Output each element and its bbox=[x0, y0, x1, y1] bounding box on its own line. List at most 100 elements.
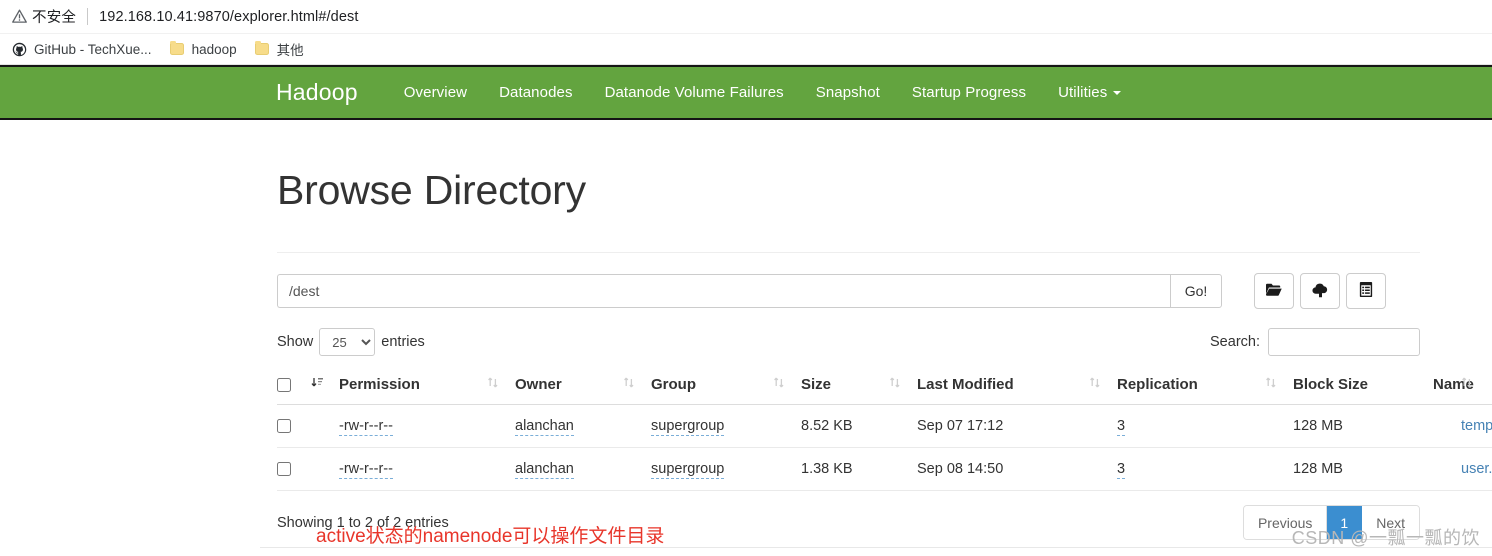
search-control: Search: bbox=[1210, 328, 1420, 356]
cut-paste-button[interactable] bbox=[1346, 273, 1386, 309]
bookmarks-bar: GitHub - TechXue... hadoop 其他 bbox=[0, 34, 1492, 65]
cell-permission[interactable]: -rw-r--r-- bbox=[339, 404, 487, 448]
row-spacer bbox=[1265, 447, 1293, 491]
open-folder-icon bbox=[1265, 282, 1283, 301]
brand-logo[interactable]: Hadoop bbox=[276, 79, 358, 106]
row-spacer bbox=[1433, 447, 1461, 491]
select-all-checkbox[interactable] bbox=[277, 378, 291, 393]
permission-value[interactable]: -rw-r--r-- bbox=[339, 418, 393, 436]
cell-group[interactable]: supergroup bbox=[651, 447, 773, 491]
cell-block-size: 128 MB bbox=[1293, 404, 1433, 448]
path-input[interactable] bbox=[277, 274, 1170, 308]
nav-link-utilities[interactable]: Utilities bbox=[1042, 84, 1137, 101]
page-length-select[interactable]: 2550100 bbox=[319, 328, 376, 356]
path-bar-row: Go! bbox=[277, 273, 1420, 309]
row-checkbox[interactable] bbox=[277, 419, 291, 434]
bookmark-hadoop[interactable]: hadoop bbox=[162, 38, 245, 60]
warning-triangle-icon bbox=[12, 9, 27, 24]
owner-value[interactable]: alanchan bbox=[515, 461, 574, 479]
sort-last-modified-header[interactable] bbox=[889, 367, 917, 405]
upload-files-button[interactable] bbox=[1300, 273, 1340, 309]
nav-links: Overview Datanodes Datanode Volume Failu… bbox=[388, 84, 1138, 101]
row-spacer bbox=[1089, 404, 1117, 448]
cell-replication[interactable]: 3 bbox=[1117, 404, 1265, 448]
sort-group-header[interactable] bbox=[623, 367, 651, 405]
nav-link-overview[interactable]: Overview bbox=[388, 84, 483, 101]
cell-name[interactable]: temp.txt bbox=[1461, 404, 1492, 448]
table-controls: Show 2550100 entries Search: bbox=[277, 328, 1420, 356]
permission-value[interactable]: -rw-r--r-- bbox=[339, 461, 393, 479]
column-header-owner[interactable]: Owner bbox=[515, 367, 623, 405]
page-title: Browse Directory bbox=[277, 167, 586, 213]
column-header-group[interactable]: Group bbox=[651, 367, 773, 405]
cell-last-modified: Sep 08 14:50 bbox=[917, 447, 1089, 491]
table-row[interactable]: -rw-r--r-- alanchan supergroup 1.38 KB S… bbox=[277, 447, 1492, 491]
sort-descending-icon bbox=[311, 376, 325, 389]
row-checkbox[interactable] bbox=[277, 462, 291, 477]
column-header-last-modified[interactable]: Last Modified bbox=[917, 367, 1089, 405]
file-name-link[interactable]: temp.txt bbox=[1461, 418, 1492, 434]
nav-link-utilities-label: Utilities bbox=[1058, 84, 1108, 101]
cell-last-modified: Sep 07 17:12 bbox=[917, 404, 1089, 448]
address-bar-url[interactable]: 192.168.10.41:9870/explorer.html#/dest bbox=[99, 9, 358, 25]
nav-link-datanode-volume-failures[interactable]: Datanode Volume Failures bbox=[589, 84, 800, 101]
bookmark-label: 其他 bbox=[276, 43, 304, 58]
row-select-cell[interactable] bbox=[277, 404, 311, 448]
github-icon bbox=[12, 42, 27, 57]
watermark-text: CSDN @一瓢一瓢的饮 bbox=[1291, 528, 1480, 548]
browser-chrome: 不安全 192.168.10.41:9870/explorer.html#/de… bbox=[0, 0, 1492, 65]
bookmark-github[interactable]: GitHub - TechXue... bbox=[4, 38, 160, 60]
bookmark-label: hadoop bbox=[191, 41, 237, 57]
sort-none-icon bbox=[773, 376, 787, 389]
file-name-link[interactable]: user.sql bbox=[1461, 461, 1492, 477]
row-spacer bbox=[889, 404, 917, 448]
sort-none-icon bbox=[623, 376, 637, 389]
owner-value[interactable]: alanchan bbox=[515, 418, 574, 436]
sort-permission-header[interactable] bbox=[311, 367, 339, 405]
nav-link-datanodes[interactable]: Datanodes bbox=[483, 84, 588, 101]
column-header-replication[interactable]: Replication bbox=[1117, 367, 1265, 405]
file-table: Permission Owner Group Size Last Modifie… bbox=[277, 367, 1492, 491]
column-header-name[interactable]: Name bbox=[1433, 367, 1474, 405]
nav-link-snapshot[interactable]: Snapshot bbox=[800, 84, 896, 101]
cell-name[interactable]: user.sql bbox=[1461, 447, 1492, 491]
file-table-body: -rw-r--r-- alanchan supergroup 8.52 KB S… bbox=[277, 404, 1492, 491]
go-button[interactable]: Go! bbox=[1170, 274, 1222, 308]
group-value[interactable]: supergroup bbox=[651, 461, 725, 479]
column-header-block-size[interactable]: Block Size bbox=[1293, 367, 1433, 405]
list-clipboard-icon bbox=[1358, 281, 1374, 301]
sort-none-icon bbox=[889, 376, 903, 389]
cell-replication[interactable]: 3 bbox=[1117, 447, 1265, 491]
row-select-cell[interactable] bbox=[277, 447, 311, 491]
bookmark-other[interactable]: 其他 bbox=[247, 38, 312, 60]
nav-link-startup-progress[interactable]: Startup Progress bbox=[896, 84, 1042, 101]
replication-value[interactable]: 3 bbox=[1117, 461, 1126, 479]
table-row[interactable]: -rw-r--r-- alanchan supergroup 8.52 KB S… bbox=[277, 404, 1492, 448]
cell-owner[interactable]: alanchan bbox=[515, 404, 623, 448]
sort-size-header[interactable] bbox=[773, 367, 801, 405]
column-header-permission[interactable]: Permission bbox=[339, 367, 487, 405]
sort-none-icon bbox=[1461, 376, 1475, 389]
cell-owner[interactable]: alanchan bbox=[515, 447, 623, 491]
search-input[interactable] bbox=[1268, 328, 1420, 356]
cell-group[interactable]: supergroup bbox=[651, 404, 773, 448]
sort-owner-header[interactable] bbox=[487, 367, 515, 405]
row-spacer bbox=[487, 447, 515, 491]
page-content: Browse Directory Go! bbox=[0, 167, 1492, 540]
omnibox-divider bbox=[87, 8, 89, 25]
select-all-header[interactable] bbox=[277, 367, 311, 405]
sort-name-header[interactable] bbox=[1461, 367, 1492, 405]
group-value[interactable]: supergroup bbox=[651, 418, 725, 436]
replication-value[interactable]: 3 bbox=[1117, 418, 1126, 436]
search-label: Search: bbox=[1210, 334, 1260, 350]
omnibox-row[interactable]: 不安全 192.168.10.41:9870/explorer.html#/de… bbox=[0, 0, 1492, 34]
entries-label: entries bbox=[381, 334, 425, 350]
sort-replication-header[interactable] bbox=[1089, 367, 1117, 405]
cell-permission[interactable]: -rw-r--r-- bbox=[339, 447, 487, 491]
path-action-buttons bbox=[1254, 273, 1386, 309]
sort-block-size-header[interactable] bbox=[1265, 367, 1293, 405]
column-header-size[interactable]: Size bbox=[801, 367, 889, 405]
create-directory-button[interactable] bbox=[1254, 273, 1294, 309]
security-status-label[interactable]: 不安全 bbox=[32, 6, 76, 27]
chevron-down-icon bbox=[1113, 91, 1122, 96]
